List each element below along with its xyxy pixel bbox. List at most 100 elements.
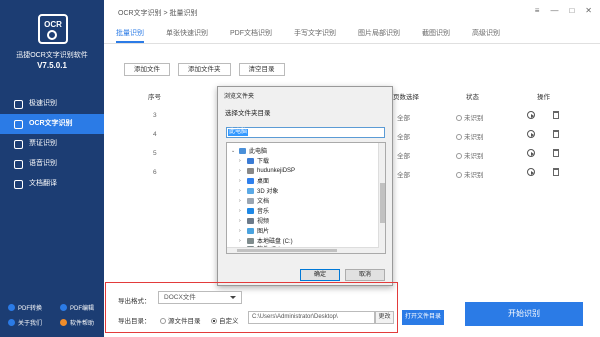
sidebar-item-ticket[interactable]: 票证识别 xyxy=(0,134,104,154)
scroll-thumb[interactable] xyxy=(380,183,385,223)
status-text: 未识别 xyxy=(464,115,484,122)
window-controls: ≡ — □ ✕ xyxy=(535,6,592,15)
about-icon xyxy=(8,319,15,326)
delete-icon[interactable] xyxy=(553,111,559,119)
tab-pdf[interactable]: PDF文档识别 xyxy=(230,24,272,43)
tree-item-downloads[interactable]: › 下载 xyxy=(239,156,269,165)
dir-path-field[interactable]: C:\Users\Administrator\Desktop\ xyxy=(248,311,375,324)
documents-folder-icon xyxy=(247,197,254,204)
tree-item-label: 文档 xyxy=(257,199,270,205)
add-file-button[interactable]: 添加文件 xyxy=(124,63,170,76)
folder-path-input[interactable]: 此电脑 xyxy=(226,127,385,138)
clear-list-button[interactable]: 清空目录 xyxy=(238,63,285,76)
link-label: PDF编辑 xyxy=(70,306,95,312)
expand-icon[interactable]: › xyxy=(239,168,247,174)
sidebar-item-voice[interactable]: 语音识别 xyxy=(0,154,104,174)
cancel-button[interactable]: 取消 xyxy=(345,269,385,281)
row-pages[interactable]: 全部 xyxy=(397,150,410,160)
row-pages[interactable]: 全部 xyxy=(397,131,410,141)
tree-item-music[interactable]: › 音乐 xyxy=(239,206,269,215)
expand-icon[interactable]: › xyxy=(239,218,247,224)
tree-item-network[interactable]: › hudunkejiDSP xyxy=(239,166,295,175)
format-label: 导出格式： xyxy=(118,298,151,305)
expand-icon[interactable]: › xyxy=(239,198,247,204)
play-icon[interactable] xyxy=(527,111,535,119)
tab-screenshot[interactable]: 截图识别 xyxy=(422,24,450,43)
chevron-down-icon xyxy=(230,296,236,299)
sidebar-item-ocr[interactable]: OCR文字识别 xyxy=(0,114,104,134)
play-icon[interactable] xyxy=(527,149,535,157)
tab-bar: 批量识别 单张快速识别 PDF文档识别 手写文字识别 图片局部识别 截图识别 高… xyxy=(104,24,600,44)
row-pages[interactable]: 全部 xyxy=(397,169,410,179)
tab-advanced[interactable]: 高级识别 xyxy=(472,24,500,43)
delete-icon[interactable] xyxy=(553,168,559,176)
header: OCR文字识别 > 批量识别 ≡ — □ ✕ xyxy=(104,0,600,24)
expand-icon[interactable]: › xyxy=(239,228,247,234)
source-dir-option[interactable]: 源文件目录 xyxy=(160,315,201,325)
menu-icon[interactable]: ≡ xyxy=(535,6,540,15)
pdf-convert-link[interactable]: PDF转换 xyxy=(0,303,52,312)
row-index: 3 xyxy=(153,112,157,119)
custom-dir-option[interactable]: 自定义 xyxy=(211,315,239,325)
expand-icon[interactable]: › xyxy=(239,208,247,214)
row-pages[interactable]: 全部 xyxy=(397,112,410,122)
sidebar-item-label: OCR文字识别 xyxy=(29,120,73,127)
tree-item-documents[interactable]: › 文档 xyxy=(239,196,269,205)
format-select[interactable]: DOCX文件 xyxy=(158,291,242,304)
close-icon[interactable]: ✕ xyxy=(585,6,592,15)
add-folder-button[interactable]: 添加文件夹 xyxy=(178,63,231,76)
computer-icon xyxy=(239,147,246,154)
status-text: 未识别 xyxy=(464,153,484,160)
delete-icon[interactable] xyxy=(553,149,559,157)
pdf-edit-icon xyxy=(60,304,67,311)
folder-tree[interactable]: ⌄ 此电脑 › 下载 › hudunkejiDSP › 桌面 › 3D 对象 ›… xyxy=(226,142,386,254)
about-link[interactable]: 关于我们 xyxy=(0,318,52,327)
delete-icon[interactable] xyxy=(553,130,559,138)
sidebar-item-translate[interactable]: 文档翻译 xyxy=(0,174,104,194)
mic-icon xyxy=(14,159,23,169)
minimize-icon[interactable]: — xyxy=(550,6,558,15)
help-link[interactable]: 软件帮助 xyxy=(52,318,104,327)
app-version: V7.5.0.1 xyxy=(37,61,67,70)
dir-label: 导出目录： xyxy=(118,318,151,325)
tree-item-videos[interactable]: › 视频 xyxy=(239,216,269,225)
tab-handwriting[interactable]: 手写文字识别 xyxy=(294,24,336,43)
link-label: PDF转换 xyxy=(18,306,43,312)
logo-text: OCR xyxy=(44,20,62,29)
open-dir-button[interactable]: 打开文件目录 xyxy=(402,310,444,325)
tree-hscrollbar[interactable] xyxy=(227,247,379,253)
pdf-edit-link[interactable]: PDF编辑 xyxy=(52,303,104,312)
sidebar-item-label: 极速识别 xyxy=(29,100,57,107)
hscroll-thumb[interactable] xyxy=(237,249,337,252)
tab-single[interactable]: 单张快速识别 xyxy=(166,24,208,43)
tree-scrollbar[interactable] xyxy=(378,143,385,253)
expand-icon[interactable]: › xyxy=(239,238,247,244)
tab-partial[interactable]: 图片局部识别 xyxy=(358,24,400,43)
ok-button[interactable]: 确定 xyxy=(300,269,340,281)
tree-item-this-pc[interactable]: ⌄ 此电脑 xyxy=(231,146,267,155)
translate-icon xyxy=(14,179,23,189)
tab-batch[interactable]: 批量识别 xyxy=(116,24,144,43)
tree-item-3d[interactable]: › 3D 对象 xyxy=(239,186,278,195)
maximize-icon[interactable]: □ xyxy=(569,6,574,15)
radio-icon xyxy=(160,318,166,324)
sidebar-item-quick[interactable]: 极速识别 xyxy=(0,94,104,114)
tree-item-label: 音乐 xyxy=(257,209,270,215)
expand-icon[interactable]: › xyxy=(239,178,247,184)
expand-icon[interactable]: › xyxy=(239,158,247,164)
tree-item-desktop[interactable]: › 桌面 xyxy=(239,176,269,185)
drive-icon xyxy=(247,237,254,244)
change-dir-button[interactable]: 更改 xyxy=(375,311,394,324)
network-drive-icon xyxy=(247,167,254,174)
expand-icon[interactable]: › xyxy=(239,188,247,194)
tree-item-pictures[interactable]: › 图片 xyxy=(239,226,269,235)
app-name: 迅捷OCR文字识别软件 xyxy=(16,52,88,59)
sidebar-item-label: 语音识别 xyxy=(29,160,57,167)
collapse-icon[interactable]: ⌄ xyxy=(231,148,239,154)
play-icon[interactable] xyxy=(527,168,535,176)
help-icon xyxy=(60,319,67,326)
play-icon[interactable] xyxy=(527,130,535,138)
tree-item-label: 下载 xyxy=(257,159,270,165)
start-recognition-button[interactable]: 开始识别 xyxy=(465,302,583,326)
tree-item-label: hudunkejiDSP xyxy=(257,167,296,174)
